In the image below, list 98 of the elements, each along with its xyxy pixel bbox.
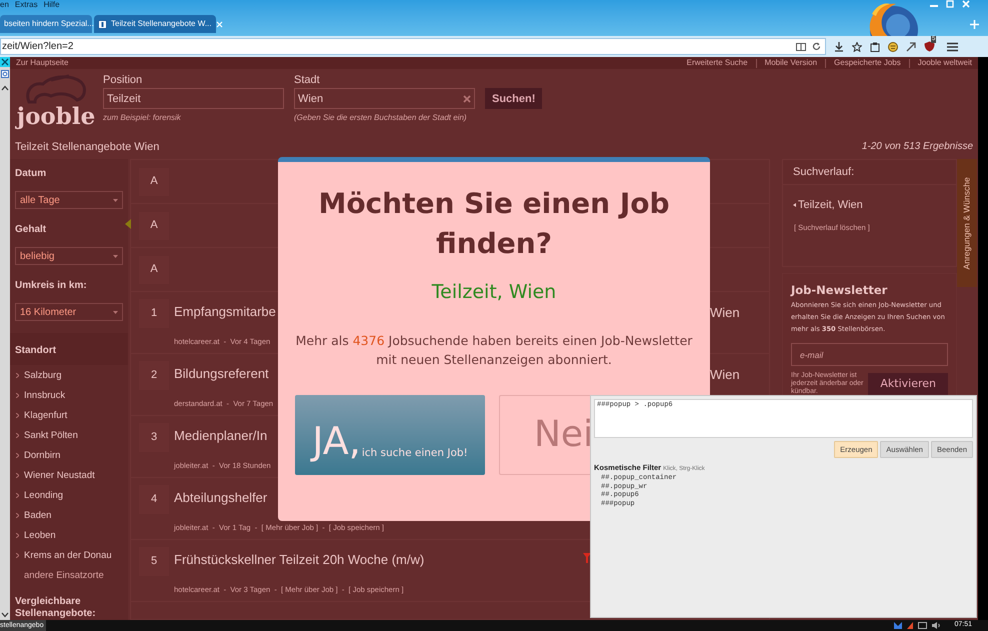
section-heading: Gehalt xyxy=(14,223,48,237)
location-link[interactable]: Salzburg xyxy=(24,369,62,382)
location-link[interactable]: Leoben xyxy=(24,529,56,542)
job-number: 4 xyxy=(139,485,169,514)
address-field[interactable]: zeit/Wien?len=2 xyxy=(0,38,826,55)
chevron-icon xyxy=(16,513,19,518)
chevron-icon xyxy=(16,413,19,418)
logo-text: jooble xyxy=(16,104,96,130)
section-heading: Datum xyxy=(14,167,48,181)
page-icon xyxy=(98,20,107,28)
job-title[interactable]: Medienplaner/In xyxy=(174,427,271,445)
location-link[interactable]: Krems an der Donau xyxy=(24,549,112,562)
results-count: 1-20 von 513 Ergebnisse xyxy=(862,140,973,154)
nav-link[interactable]: Erweiterte Suche xyxy=(686,57,748,70)
collapse-arrow-icon[interactable] xyxy=(125,219,131,229)
nav-link[interactable]: Mobile Version xyxy=(764,57,818,70)
activate-button[interactable]: Aktivieren xyxy=(868,373,948,396)
search-query: Teilzeit, Wien xyxy=(432,280,556,305)
menu-item[interactable]: Extras xyxy=(14,0,38,10)
job-number: 5 xyxy=(139,547,169,576)
home-link[interactable]: Zur Hauptseite xyxy=(16,57,68,70)
section-heading: Vergleichbare Stellenangebote: xyxy=(14,595,97,620)
select-dropdown[interactable]: 16 Kilometer xyxy=(15,303,123,321)
email-field[interactable]: e-mail xyxy=(791,343,948,366)
menu-icon[interactable] xyxy=(947,42,958,52)
download-icon[interactable] xyxy=(834,42,844,52)
chevron-icon xyxy=(16,553,19,558)
field-label: Position xyxy=(103,74,144,88)
job-number: 3 xyxy=(139,423,169,452)
close-icon[interactable] xyxy=(0,57,10,67)
job-location: Wien xyxy=(710,366,740,384)
location-link[interactable]: Innsbruck xyxy=(24,389,66,402)
bullet-icon xyxy=(793,203,796,208)
location-link[interactable]: Baden xyxy=(24,509,52,522)
caret-icon xyxy=(113,198,118,202)
ad-marker: A xyxy=(139,168,169,196)
job-title[interactable]: Frühstückskellner Teilzeit 20h Woche (m/w) xyxy=(174,551,424,569)
location-link[interactable]: Sankt Pölten xyxy=(24,429,78,442)
menu-item[interactable]: en xyxy=(0,0,9,10)
text-field[interactable]: Teilzeit xyxy=(103,88,284,110)
shield-icon[interactable] xyxy=(924,41,935,52)
arrow-icon[interactable] xyxy=(906,42,916,52)
job-title[interactable]: Empfangsmitarbe xyxy=(174,303,276,321)
job-number: 1 xyxy=(139,299,169,328)
field-label: Stadt xyxy=(294,74,321,88)
smiley-icon[interactable] xyxy=(888,42,898,52)
job-location: Wien xyxy=(710,304,740,322)
ad-marker: A xyxy=(139,212,169,240)
network-icon[interactable] xyxy=(918,622,928,629)
feedback-tab[interactable]: Anregungen & Wünsche xyxy=(957,159,977,287)
panel-heading: Suchverlauf: xyxy=(793,164,854,180)
reload-icon[interactable] xyxy=(812,42,821,51)
browser-tab[interactable]: bseiten hindern Spezial... xyxy=(0,15,92,33)
caret-icon xyxy=(113,254,118,258)
flag-icon[interactable] xyxy=(907,622,914,629)
newsletter-message: Mehr als 4376 Jobsuchende haben bereits einen Job-Newsletter mit neuen Stellenanzeigen abonniert. xyxy=(294,332,694,368)
text-field[interactable]: Wien xyxy=(294,88,475,110)
chevron-icon xyxy=(16,473,19,478)
reader-icon[interactable] xyxy=(796,42,806,50)
scroll-up-icon[interactable] xyxy=(1,85,9,91)
star-icon[interactable] xyxy=(852,42,862,52)
speaker-icon[interactable] xyxy=(932,622,942,629)
location-link[interactable]: Wiener Neustadt xyxy=(24,469,95,482)
menu-item[interactable]: Hilfe xyxy=(44,0,60,10)
panel-heading: Job-Newsletter xyxy=(791,282,888,299)
history-link[interactable]: Teilzeit, Wien xyxy=(798,197,863,214)
chevron-icon xyxy=(16,393,19,398)
chevron-icon xyxy=(16,533,19,538)
restore-icon[interactable] xyxy=(946,0,954,8)
section-heading: Umkreis in km: xyxy=(14,279,88,293)
clipboard-icon[interactable] xyxy=(870,42,880,52)
more-locations-link[interactable]: andere Einsatzorte xyxy=(16,569,128,582)
location-link[interactable]: Klagenfurt xyxy=(24,409,68,422)
chevron-icon xyxy=(16,453,19,458)
chevron-icon xyxy=(16,493,19,498)
job-title[interactable]: Bildungsreferent xyxy=(174,365,274,383)
field-hint: zum Beispiel: forensik xyxy=(103,112,182,124)
chevron-icon xyxy=(16,433,19,438)
location-link[interactable]: Dornbirn xyxy=(24,449,60,462)
dialog-title: Möchten Sie einen Job finden? xyxy=(317,186,671,262)
search-icon[interactable] xyxy=(1,70,9,78)
caret-icon xyxy=(113,310,118,314)
section-heading: Standort xyxy=(15,345,56,356)
nav-link[interactable]: Gespeicherte Jobs xyxy=(834,57,901,70)
mail-icon[interactable] xyxy=(894,622,902,629)
chevron-icon xyxy=(16,373,19,378)
select-dropdown[interactable]: alle Tage xyxy=(15,191,123,209)
select-dropdown[interactable]: beliebig xyxy=(15,247,123,265)
clear-icon[interactable] xyxy=(463,94,471,103)
nav-link[interactable]: Jooble weltweit xyxy=(918,57,972,70)
field-hint: (Geben Sie die ersten Buchstaben der Stadt ein) xyxy=(294,112,468,124)
results-heading: Teilzeit Stellenangebote Wien xyxy=(15,140,160,154)
search-button[interactable]: Suchen! xyxy=(485,88,542,110)
scroll-down-icon[interactable] xyxy=(1,612,9,618)
ad-marker: A xyxy=(139,256,169,284)
job-number: 2 xyxy=(139,361,169,390)
yes-button[interactable]: JA,ich suche einen Job! xyxy=(295,394,485,474)
location-link[interactable]: Leonding xyxy=(24,489,64,502)
